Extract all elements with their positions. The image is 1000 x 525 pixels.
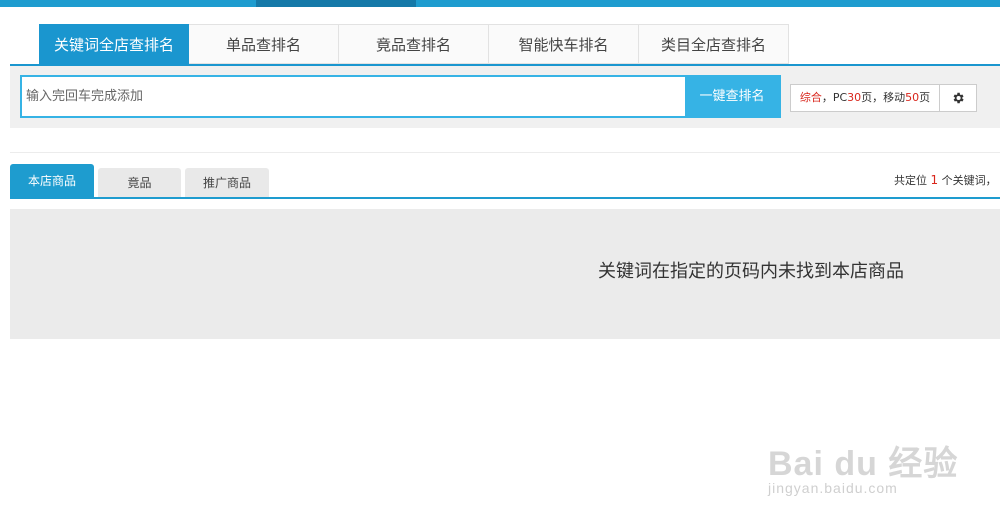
no-result-message: 关键词在指定的页码内未找到本店商品 [598,261,904,282]
search-box: 一键查排名 [20,75,781,118]
settings-sep-pc: ，PC [821,91,848,104]
subtab-promoted-products[interactable]: 推广商品 [185,168,269,198]
count-suffix: 个关键词， [941,174,997,187]
tab-category-store-rank[interactable]: 类目全店查排名 [639,24,789,64]
mode-label: 综合 [799,91,822,104]
watermark-url: jingyan.baidu.com [768,480,898,496]
keyword-count-text: 共定位 1 个关键词， [894,172,997,188]
settings-suffix: 页 [919,91,931,104]
tab-single-item-rank[interactable]: 单品查排名 [189,24,339,64]
tab-keyword-store-rank[interactable]: 关键词全店查排名 [39,24,189,64]
main-tab-bar: 关键词全店查排名 单品查排名 竟品查排名 智能快车排名 类目全店查排名 [39,24,789,64]
tab-smart-express-rank[interactable]: 智能快车排名 [489,24,639,64]
page-settings-summary[interactable]: 综合，PC30页，移动50页 [791,85,940,111]
watermark-logo: Bai du 经验 [768,445,959,483]
top-accent-bar [0,0,1000,7]
baidu-jingyan-watermark: Bai du 经验 jingyan.baidu.com [768,418,957,508]
count-prefix: 共定位 [894,174,927,187]
settings-box: 综合，PC30页，移动50页 [790,84,977,112]
section-divider [10,152,1000,153]
top-accent-segment [256,0,416,7]
mobile-pages: 50 [905,91,920,104]
subtab-competitors[interactable]: 竟品 [98,168,181,198]
count-number: 1 [930,173,939,187]
tab-competitor-rank[interactable]: 竟品查排名 [339,24,489,64]
keyword-input[interactable] [22,77,677,116]
search-area: 一键查排名 综合，PC30页，移动50页 [10,66,1000,128]
pc-pages: 30 [847,91,862,104]
one-click-rank-button[interactable]: 一键查排名 [685,77,779,116]
sub-tab-underline [10,197,1000,199]
result-panel: 关键词在指定的页码内未找到本店商品 [10,209,1000,339]
gear-icon [953,92,964,104]
subtab-own-products[interactable]: 本店商品 [10,164,94,198]
settings-sep-mobile: 页，移动 [861,91,906,104]
settings-button[interactable] [940,85,976,111]
